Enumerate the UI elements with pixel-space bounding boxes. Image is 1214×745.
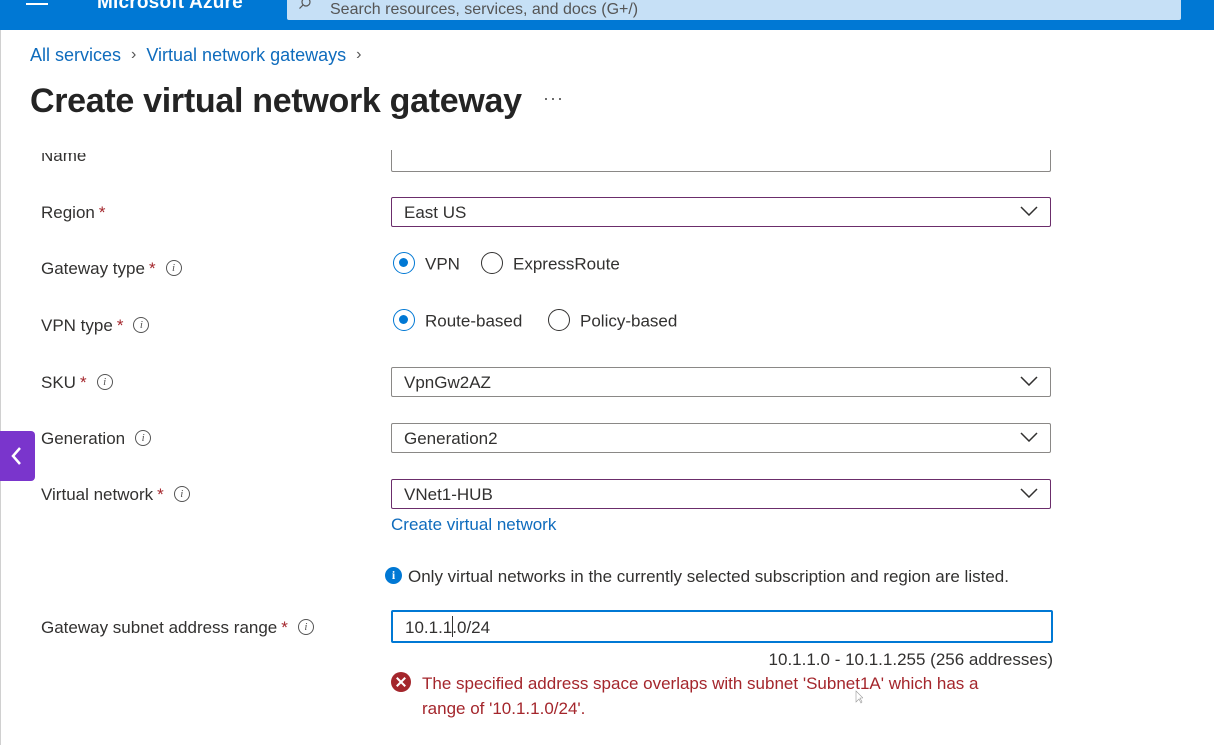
name-field[interactable] <box>391 150 1051 172</box>
radio-route-based-label: Route-based <box>425 311 523 331</box>
chevron-down-icon <box>1020 206 1038 216</box>
left-border <box>0 30 1 745</box>
more-options-icon[interactable]: ··· <box>543 88 564 109</box>
sku-value: VpnGw2AZ <box>404 373 491 392</box>
gateway-subnet-value: 10.1.1.0/24 <box>405 618 491 637</box>
chevron-right-icon: › <box>131 46 137 64</box>
info-icon[interactable]: i <box>297 618 314 635</box>
text-caret <box>452 616 453 637</box>
radio-expressroute-label: ExpressRoute <box>513 254 620 274</box>
collapse-panel-button[interactable] <box>0 431 35 481</box>
info-icon[interactable]: i <box>133 316 150 333</box>
validation-error: The specified address space overlaps wit… <box>391 671 1031 721</box>
radio-selected-icon <box>393 252 415 274</box>
radio-route-based[interactable]: Route-based <box>393 309 523 333</box>
generation-label: Generation i <box>41 429 152 449</box>
radio-vpn-label: VPN <box>425 254 460 274</box>
chevron-down-icon <box>1020 432 1038 442</box>
gateway-subnet-label-text: Gateway subnet address range <box>41 618 278 637</box>
vpn-type-label-text: VPN type <box>41 316 113 335</box>
gateway-subnet-input[interactable]: 10.1.1.0/24 <box>391 610 1053 643</box>
breadcrumb: All services › Virtual network gateways › <box>30 44 371 66</box>
search-icon <box>299 0 311 9</box>
radio-unselected-icon <box>548 309 570 331</box>
radio-policy-based-label: Policy-based <box>580 311 678 331</box>
info-note: i Only virtual networks in the currently … <box>385 567 1009 587</box>
top-bar: Microsoft Azure Search resources, servic… <box>0 0 1214 30</box>
virtual-network-label-text: Virtual network <box>41 485 154 504</box>
radio-policy-based[interactable]: Policy-based <box>548 309 678 333</box>
chevron-left-icon <box>11 447 21 465</box>
generation-select[interactable]: Generation2 <box>391 423 1051 453</box>
error-icon <box>391 672 411 692</box>
info-icon[interactable]: i <box>165 259 182 276</box>
search-placeholder: Search resources, services, and docs (G+… <box>330 1 639 18</box>
gateway-subnet-label: Gateway subnet address range * i <box>41 618 314 638</box>
region-label: Region * <box>41 203 106 223</box>
info-note-text: Only virtual networks in the currently s… <box>408 567 1009 586</box>
sku-label: SKU * i <box>41 373 113 393</box>
required-marker: * <box>98 203 106 222</box>
required-marker: * <box>116 316 124 335</box>
sku-label-text: SKU <box>41 373 76 392</box>
name-label: Name <box>41 146 87 165</box>
generation-value: Generation2 <box>404 429 498 448</box>
region-label-text: Region <box>41 203 95 222</box>
virtual-network-select[interactable]: VNet1-HUB <box>391 479 1051 509</box>
chevron-down-icon <box>1020 376 1038 386</box>
brand-title[interactable]: Microsoft Azure <box>97 0 243 14</box>
virtual-network-label: Virtual network * i <box>41 485 190 505</box>
info-filled-icon: i <box>385 567 402 585</box>
page-title: Create virtual network gateway <box>30 82 522 120</box>
info-icon[interactable]: i <box>173 485 190 502</box>
validation-error-text: The specified address space overlaps wit… <box>422 674 979 718</box>
region-value: East US <box>404 203 467 222</box>
info-icon[interactable]: i <box>96 373 113 390</box>
sku-select[interactable]: VpnGw2AZ <box>391 367 1051 397</box>
required-marker: * <box>79 373 87 392</box>
global-search-input[interactable]: Search resources, services, and docs (G+… <box>287 0 1181 20</box>
radio-unselected-icon <box>481 252 503 274</box>
vpn-type-label: VPN type * i <box>41 316 150 336</box>
create-virtual-network-link[interactable]: Create virtual network <box>391 515 556 535</box>
region-select[interactable]: East US <box>391 197 1051 227</box>
gateway-type-label-text: Gateway type <box>41 259 145 278</box>
required-marker: * <box>157 485 164 504</box>
address-range-hint: 10.1.1.0 - 10.1.1.255 (256 addresses) <box>768 650 1053 669</box>
chevron-right-icon: › <box>356 46 362 64</box>
gateway-type-label: Gateway type * i <box>41 259 182 279</box>
radio-expressroute[interactable]: ExpressRoute <box>481 252 620 276</box>
radio-vpn[interactable]: VPN <box>393 252 460 276</box>
generation-label-text: Generation <box>41 429 126 448</box>
breadcrumb-virtual-network-gateways[interactable]: Virtual network gateways <box>146 45 346 65</box>
info-icon[interactable]: i <box>135 429 152 446</box>
radio-selected-icon <box>393 309 415 331</box>
chevron-down-icon <box>1020 488 1038 498</box>
required-marker: * <box>281 618 288 637</box>
required-marker: * <box>148 259 156 278</box>
mouse-cursor-icon <box>855 690 863 704</box>
hamburger-menu-icon[interactable] <box>26 0 48 11</box>
virtual-network-value: VNet1-HUB <box>404 485 493 504</box>
breadcrumb-all-services[interactable]: All services <box>30 45 121 65</box>
